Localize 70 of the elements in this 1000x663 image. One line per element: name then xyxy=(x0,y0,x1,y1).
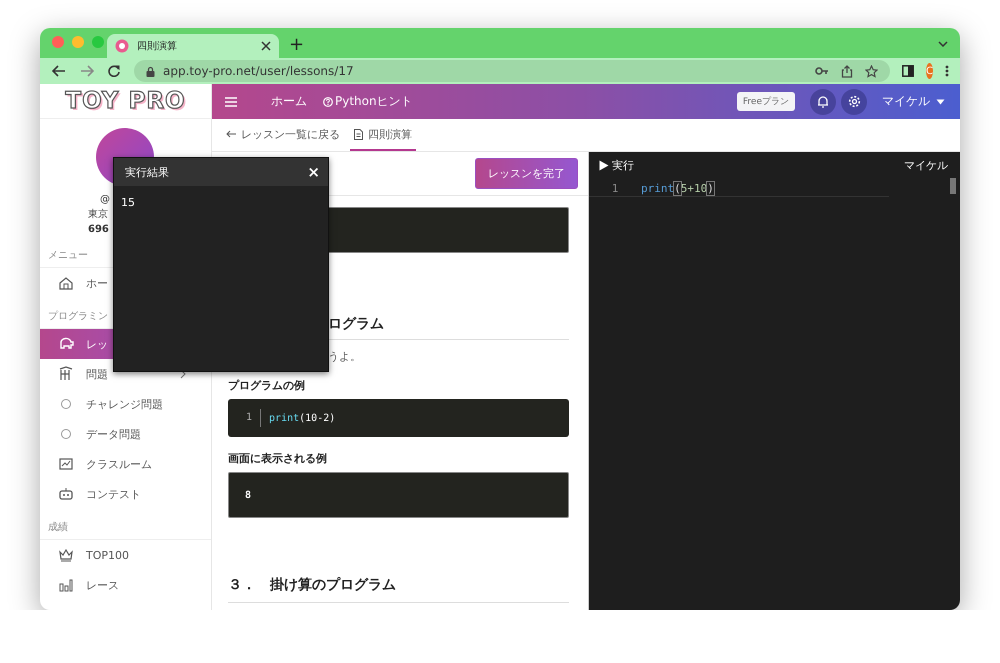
user-menu[interactable]: マイケル xyxy=(882,93,945,110)
code-line: print(10-2) xyxy=(269,412,336,424)
crown-icon xyxy=(58,547,74,563)
more-icon[interactable] xyxy=(944,65,949,77)
settings-button[interactable] xyxy=(841,88,867,114)
close-button[interactable]: × xyxy=(307,163,320,181)
bell-icon xyxy=(817,95,829,108)
plan-badge[interactable]: Freeプラン xyxy=(736,92,795,111)
tab-title: 四則演算 xyxy=(137,40,178,53)
robot-icon xyxy=(58,486,74,502)
sidebar-item[interactable]: チャレンジ問題 xyxy=(40,389,211,419)
close-icon[interactable] xyxy=(261,41,271,51)
user-handle: @ xyxy=(100,193,110,207)
key-icon[interactable] xyxy=(815,67,829,75)
chart-icon xyxy=(58,456,74,472)
lesson-tab[interactable]: 四則演算 xyxy=(350,119,416,151)
document-icon xyxy=(354,128,363,140)
back-arrow-icon xyxy=(226,130,236,138)
bars-icon xyxy=(58,366,74,382)
circle-icon xyxy=(58,426,74,442)
url-text: app.toy-pro.net/user/lessons/17 xyxy=(163,64,354,78)
share-icon[interactable] xyxy=(841,64,853,78)
editor-user: マイケル xyxy=(904,158,948,172)
nav-link[interactable]: ホーム xyxy=(271,93,307,110)
logo[interactable]: TOY PRO xyxy=(65,88,186,114)
browser-tab[interactable]: 四則演算 xyxy=(107,34,279,58)
side-panel-icon[interactable] xyxy=(902,65,914,77)
new-tab-button[interactable]: + xyxy=(279,35,304,58)
scrollbar-thumb[interactable] xyxy=(950,178,956,194)
example-label: プログラムの例 xyxy=(228,378,306,393)
line-number: 1 xyxy=(610,182,620,194)
run-button[interactable]: 実行 xyxy=(599,158,634,172)
forward-icon[interactable] xyxy=(80,65,94,77)
back-icon[interactable] xyxy=(52,65,66,77)
back-link[interactable]: レッスン一覧に戻る xyxy=(222,119,344,151)
caret-icon xyxy=(936,98,945,104)
code-line: print(5+10) xyxy=(641,182,714,194)
example-label: 画面に表示される例 xyxy=(228,451,328,466)
help-icon xyxy=(323,96,333,106)
lock-icon xyxy=(146,66,155,76)
menu-icon[interactable] xyxy=(225,96,237,106)
user-location: 東京 xyxy=(88,208,108,222)
sidebar-item[interactable]: コンテスト xyxy=(40,479,211,509)
notifications-button[interactable] xyxy=(810,88,836,114)
output-text: 8 xyxy=(245,490,252,500)
popup-title: 実行結果 xyxy=(125,164,169,180)
section-heading: ３． 掛け算のプログラム xyxy=(228,576,569,603)
sidebar-item[interactable]: データ問題 xyxy=(40,419,211,449)
address-bar[interactable]: app.toy-pro.net/user/lessons/17 xyxy=(134,60,890,82)
complete-lesson-button[interactable]: レッスンを完了 xyxy=(475,158,578,189)
sidebar-item[interactable]: 問題 xyxy=(40,359,211,389)
sidebar-item[interactable]: ホー xyxy=(40,268,211,298)
result-output: 15 xyxy=(120,195,136,211)
sidebar-item[interactable]: クラスルーム xyxy=(40,449,211,479)
settings-icon xyxy=(848,95,860,108)
site-favicon-icon xyxy=(115,39,129,53)
play-icon xyxy=(599,160,609,170)
sidebar-item[interactable]: レース xyxy=(40,570,211,600)
bar-chart-icon xyxy=(58,577,74,593)
sidebar-item[interactable]: TOP100 xyxy=(40,540,211,570)
chevron-down-icon[interactable] xyxy=(938,41,948,47)
nav-link[interactable]: Pythonヒント xyxy=(323,93,413,110)
reload-icon[interactable] xyxy=(108,65,120,77)
user-points: 696 xyxy=(88,223,109,237)
house-icon xyxy=(58,275,74,291)
section-label: 成績 xyxy=(40,513,211,540)
line-number: 1 xyxy=(228,409,262,427)
lesson-text: うよ。 xyxy=(327,349,362,364)
star-icon[interactable] xyxy=(865,64,878,78)
circle-icon xyxy=(58,396,74,412)
